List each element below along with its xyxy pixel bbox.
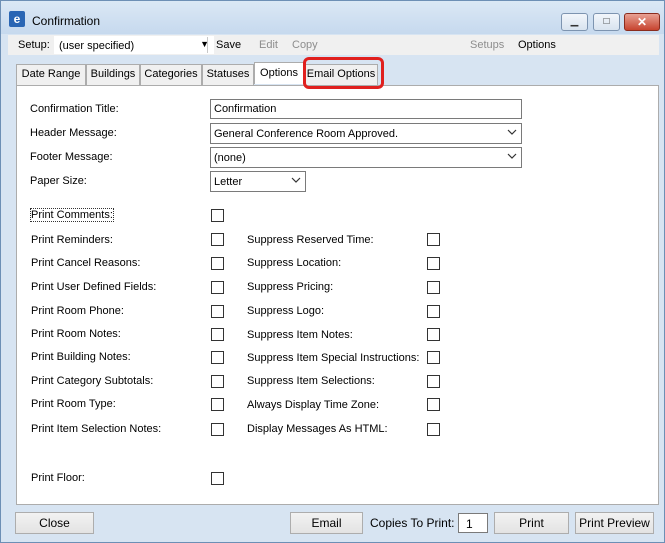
tab-date-range[interactable]: Date Range: [16, 64, 86, 85]
close-button[interactable]: Close: [15, 512, 94, 534]
always-display-time-zone-checkbox[interactable]: [427, 398, 440, 411]
print-room-phone-checkbox[interactable]: [211, 305, 224, 318]
maximize-button[interactable]: □: [593, 13, 620, 31]
edit-button[interactable]: Edit: [259, 39, 278, 51]
chevron-down-icon: [291, 177, 301, 183]
chevron-down-icon: [507, 129, 517, 135]
display-messages-as-html-label: Display Messages As HTML:: [247, 423, 388, 435]
print-floor-label: Print Floor:: [31, 472, 85, 484]
print-item-selection-notes-label: Print Item Selection Notes:: [31, 423, 162, 435]
suppress-reserved-time-label: Suppress Reserved Time:: [247, 234, 374, 246]
print-room-notes-label: Print Room Notes:: [31, 328, 121, 340]
suppress-item-special-instructions-label: Suppress Item Special Instructions:: [247, 352, 420, 364]
footer-message-select[interactable]: (none): [210, 147, 522, 168]
print-button[interactable]: Print: [494, 512, 569, 534]
print-user-defined-fields-label: Print User Defined Fields:: [31, 281, 157, 293]
print-comments-label: Print Comments:: [30, 208, 114, 222]
footer-message-label: Footer Message:: [30, 151, 113, 163]
email-options-highlight: [303, 57, 384, 89]
tab-statuses[interactable]: Statuses: [202, 64, 254, 85]
print-room-type-checkbox[interactable]: [211, 398, 224, 411]
email-button[interactable]: Email: [290, 512, 363, 534]
suppress-pricing-label: Suppress Pricing:: [247, 281, 334, 293]
title-bar: e Confirmation ▁ □ ✕: [1, 1, 664, 34]
app-logo-icon: e: [9, 11, 25, 27]
save-button[interactable]: Save: [216, 39, 241, 51]
copy-button[interactable]: Copy: [292, 39, 318, 51]
window-title: Confirmation: [32, 14, 101, 28]
copies-to-print-label: Copies To Print:: [370, 516, 455, 530]
suppress-item-selections-checkbox[interactable]: [427, 375, 440, 388]
display-messages-as-html-checkbox[interactable]: [427, 423, 440, 436]
confirmation-window: e Confirmation ▁ □ ✕ Setup: (user specif…: [0, 0, 665, 543]
minimize-button[interactable]: ▁: [561, 13, 588, 31]
print-reminders-label: Print Reminders:: [31, 234, 113, 246]
footer-message-value: (none): [214, 152, 246, 164]
paper-size-value: Letter: [214, 176, 243, 188]
print-comments-checkbox[interactable]: [211, 209, 224, 222]
paper-size-select[interactable]: Letter: [210, 171, 306, 192]
setup-select[interactable]: (user specified) ▼: [54, 36, 214, 54]
confirmation-title-value: Confirmation: [214, 103, 277, 115]
suppress-pricing-checkbox[interactable]: [427, 281, 440, 294]
suppress-reserved-time-checkbox[interactable]: [427, 233, 440, 246]
confirmation-title-input[interactable]: Confirmation: [210, 99, 522, 119]
suppress-item-selections-label: Suppress Item Selections:: [247, 375, 375, 387]
copies-to-print-value: 1: [466, 517, 473, 531]
header-message-label: Header Message:: [30, 127, 117, 139]
suppress-item-notes-checkbox[interactable]: [427, 328, 440, 341]
close-window-button[interactable]: ✕: [624, 13, 660, 31]
print-room-type-label: Print Room Type:: [31, 398, 116, 410]
header-message-value: General Conference Room Approved.: [214, 128, 399, 140]
print-room-notes-checkbox[interactable]: [211, 328, 224, 341]
always-display-time-zone-label: Always Display Time Zone:: [247, 399, 380, 411]
chevron-down-icon: [507, 153, 517, 159]
tab-buildings[interactable]: Buildings: [86, 64, 140, 85]
print-item-selection-notes-checkbox[interactable]: [211, 423, 224, 436]
confirmation-title-label: Confirmation Title:: [30, 103, 119, 115]
bottom-bar: Close Email Copies To Print: 1 Print Pri…: [1, 506, 664, 542]
print-cancel-reasons-label: Print Cancel Reasons:: [31, 257, 141, 269]
print-reminders-checkbox[interactable]: [211, 233, 224, 246]
toolbar-separator: [207, 37, 208, 53]
print-cancel-reasons-checkbox[interactable]: [211, 257, 224, 270]
options-panel: Confirmation Title: Confirmation Header …: [16, 85, 659, 505]
suppress-item-notes-label: Suppress Item Notes:: [247, 329, 353, 341]
print-category-subtotals-label: Print Category Subtotals:: [31, 375, 154, 387]
suppress-logo-label: Suppress Logo:: [247, 305, 325, 317]
print-user-defined-fields-checkbox[interactable]: [211, 281, 224, 294]
print-building-notes-label: Print Building Notes:: [31, 351, 131, 363]
suppress-item-special-instructions-checkbox[interactable]: [427, 351, 440, 364]
setups-button[interactable]: Setups: [470, 39, 504, 51]
tab-categories[interactable]: Categories: [140, 64, 202, 85]
paper-size-label: Paper Size:: [30, 175, 87, 187]
copies-to-print-input[interactable]: 1: [458, 513, 488, 533]
suppress-logo-checkbox[interactable]: [427, 305, 440, 318]
suppress-location-label: Suppress Location:: [247, 257, 342, 269]
setup-label: Setup:: [18, 39, 50, 51]
setup-select-value: (user specified): [59, 40, 135, 52]
options-button[interactable]: Options: [518, 39, 556, 51]
print-room-phone-label: Print Room Phone:: [31, 305, 124, 317]
toolbar: Setup: (user specified) ▼ Save Edit Copy…: [8, 35, 659, 55]
header-message-select[interactable]: General Conference Room Approved.: [210, 123, 522, 144]
print-building-notes-checkbox[interactable]: [211, 351, 224, 364]
print-preview-button[interactable]: Print Preview: [575, 512, 654, 534]
tab-options[interactable]: Options: [254, 62, 304, 84]
print-floor-checkbox[interactable]: [211, 472, 224, 485]
print-category-subtotals-checkbox[interactable]: [211, 375, 224, 388]
suppress-location-checkbox[interactable]: [427, 257, 440, 270]
